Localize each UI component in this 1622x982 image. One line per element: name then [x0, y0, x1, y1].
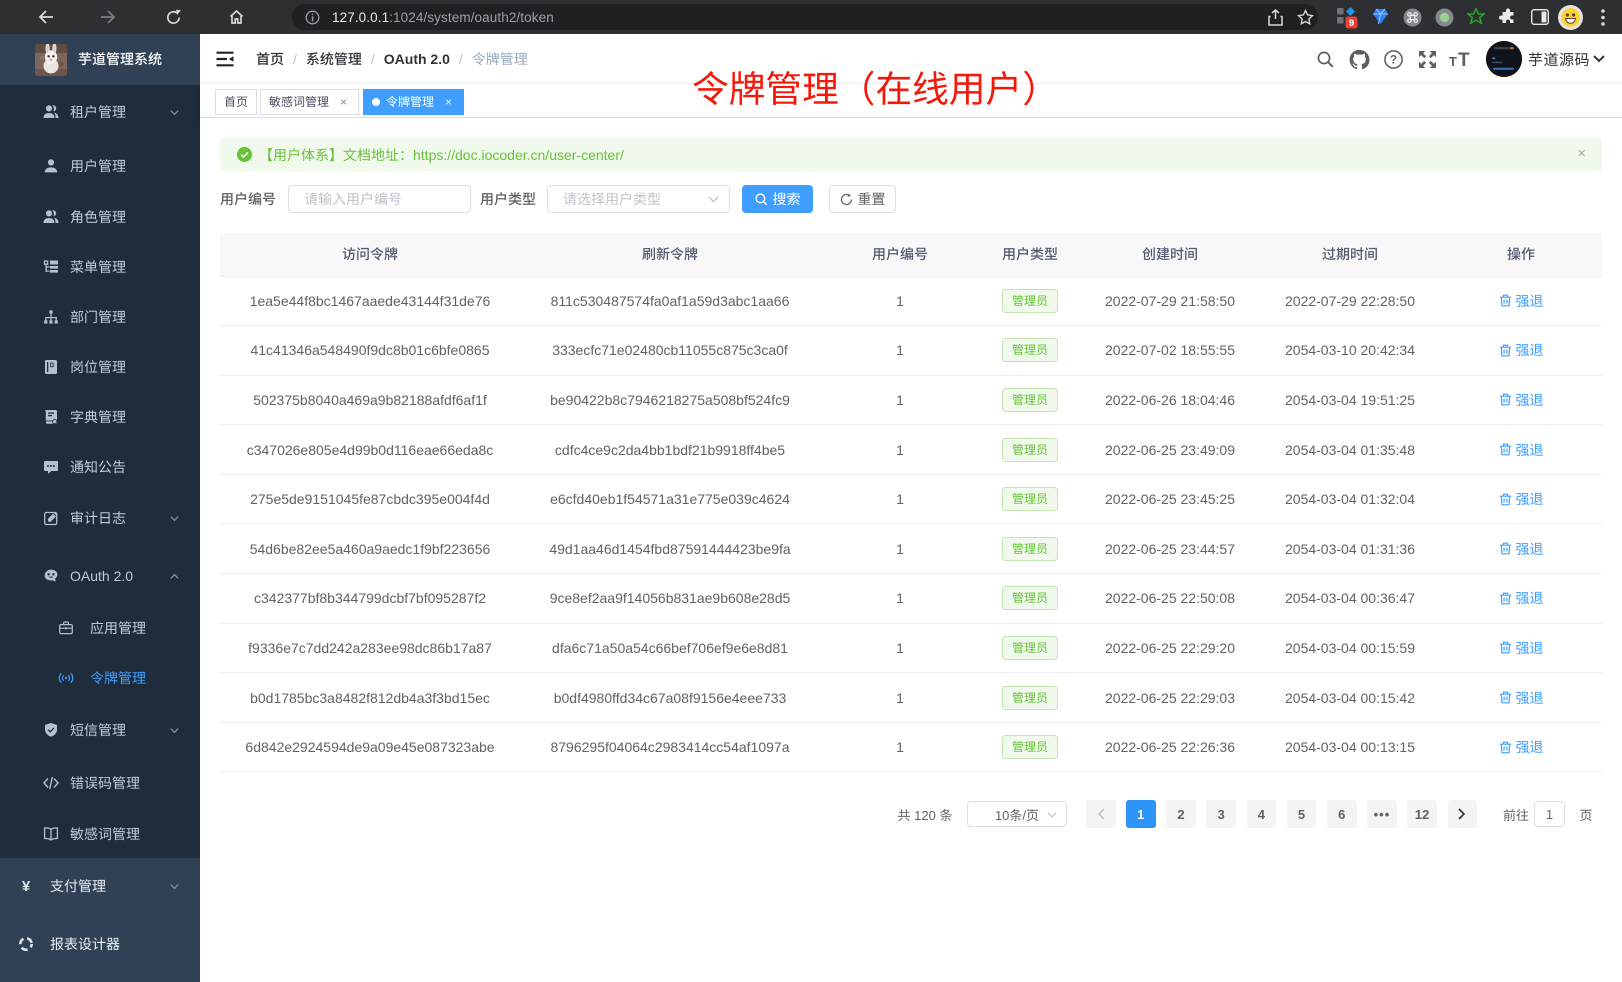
svg-text:?: ?	[1390, 54, 1397, 66]
svg-text:9: 9	[1349, 18, 1354, 29]
svg-text:T: T	[1458, 50, 1470, 68]
svg-text:T: T	[1449, 54, 1457, 68]
svg-text:¥: ¥	[22, 878, 31, 894]
